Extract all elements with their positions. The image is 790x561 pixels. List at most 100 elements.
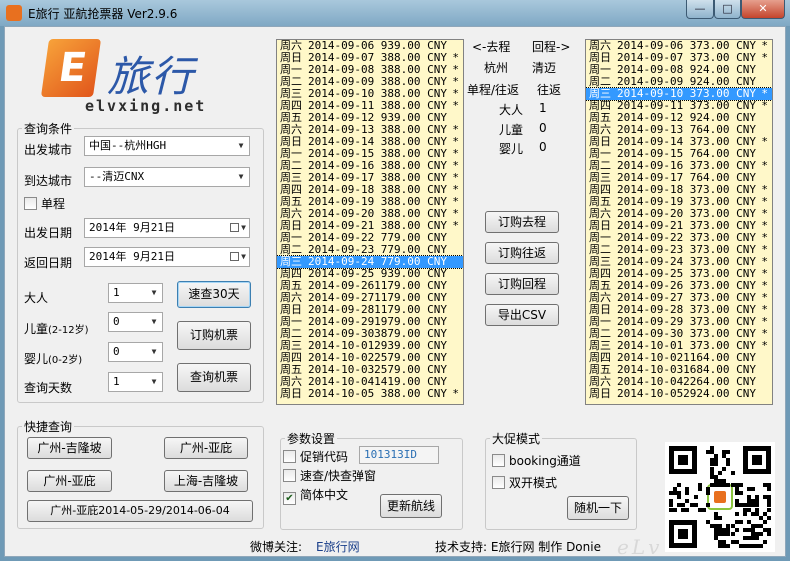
watermark-logo: eLv xyxy=(617,535,663,559)
query-days-label: 查询天数 xyxy=(24,381,73,395)
checkbox-box[interactable] xyxy=(24,197,37,210)
fare-price: 388.00 CNY xyxy=(380,387,447,400)
app-icon xyxy=(6,5,22,21)
chevron-down-icon[interactable]: ▼ xyxy=(233,168,249,186)
fare-price: 2924.00 CNY xyxy=(683,387,756,400)
book-ticket-button[interactable]: 订购机票 xyxy=(177,321,251,350)
fast-popup-label: 速查/快查弹窗 xyxy=(300,469,377,483)
promo-code-checkbox[interactable]: 促销代码 xyxy=(283,448,348,464)
adult-value: 1 xyxy=(113,286,120,299)
low-fare-marker: * xyxy=(761,339,768,352)
return-fare-list[interactable]: 周六 2014-09-06 373.00 CNY * 周日 2014-09-07 373.0… xyxy=(585,39,773,405)
window-title: E旅行 亚航抢票器 Ver2.9.6 xyxy=(28,7,178,21)
quick-gz-bki-dates-button[interactable]: 广州-亚庇2014-05-29/2014-06-04 xyxy=(27,500,253,522)
weibo-link[interactable]: E旅行网 xyxy=(316,538,360,555)
low-fare-marker: * xyxy=(761,135,768,148)
maximize-button[interactable]: □ xyxy=(714,0,741,19)
simplified-chinese-checkbox[interactable]: ✔ 简体中文 xyxy=(283,486,348,505)
update-routes-button[interactable]: 更新航线 xyxy=(380,494,442,518)
fare-date: 2014-10-05 xyxy=(308,387,375,400)
chevron-down-icon[interactable]: ▼ xyxy=(146,284,162,302)
qr-code-icon xyxy=(665,442,775,552)
random-button[interactable]: 随机一下 xyxy=(567,496,629,520)
fast-popup-checkbox[interactable]: 速查/快查弹窗 xyxy=(283,467,376,483)
params-group-label: 参数设置 xyxy=(285,430,338,447)
dual-mode-checkbox[interactable]: 双开模式 xyxy=(492,474,557,490)
infant-value: 0 xyxy=(113,345,120,358)
query-days-select[interactable]: 1 ▼ xyxy=(108,372,163,392)
from-city-display: 杭州 xyxy=(484,61,509,75)
quick-query-group-label: 快捷查询 xyxy=(22,418,75,435)
to-city-value: --清迈CNX xyxy=(89,170,145,183)
promo-code-label: 促销代码 xyxy=(300,450,349,464)
quick-gz-bki-button-1[interactable]: 广州-亚庇 xyxy=(164,437,248,459)
chevron-down-icon[interactable]: ▼ xyxy=(233,137,249,155)
quick-sh-kl-button[interactable]: 上海-吉隆坡 xyxy=(164,470,248,492)
infant-label-text: 婴儿 xyxy=(24,352,49,366)
from-city-label: 出发城市 xyxy=(24,143,73,157)
low-fare-marker: * xyxy=(452,219,459,232)
chevron-down-icon[interactable]: ▼ xyxy=(146,373,162,391)
low-fare-marker: * xyxy=(761,51,768,64)
return-date-picker[interactable]: 2014年 9月21日 ▼ xyxy=(84,247,250,267)
adult-select[interactable]: 1 ▼ xyxy=(108,283,163,303)
query-group-label: 查询条件 xyxy=(22,120,75,137)
book-return-button[interactable]: 订购回程 xyxy=(485,273,559,295)
quick-gz-bki-button-2[interactable]: 广州-亚庇 xyxy=(27,470,112,492)
logo-url: elvxing.net xyxy=(85,97,207,115)
adult-display-label: 大人 xyxy=(499,103,524,117)
oneway-checkbox[interactable]: 单程 xyxy=(24,195,65,211)
infant-label: 婴儿(0-2岁) xyxy=(24,350,82,367)
child-label-text: 儿童 xyxy=(24,322,49,336)
infant-age-range: (0-2岁) xyxy=(48,355,83,366)
calendar-icon[interactable]: ▼ xyxy=(227,219,249,237)
quick-gz-kl-button[interactable]: 广州-吉隆坡 xyxy=(27,437,112,459)
fare-date: 2014-10-05 xyxy=(617,387,684,400)
book-roundtrip-button[interactable]: 订购往返 xyxy=(485,242,559,264)
minimize-button[interactable]: — xyxy=(686,0,714,19)
to-city-display: 清迈 xyxy=(532,61,557,75)
calendar-icon[interactable]: ▼ xyxy=(227,248,249,266)
search-ticket-button[interactable]: 查询机票 xyxy=(177,363,251,392)
dual-mode-label: 双开模式 xyxy=(509,476,558,490)
return-date-label: 返回日期 xyxy=(24,256,73,270)
checkbox-box[interactable] xyxy=(283,469,296,482)
close-button[interactable]: ✕ xyxy=(741,0,785,19)
main-window: E 旅行 elvxing.net 查询条件 出发城市 中国--杭州HGH ▼ 到… xyxy=(4,26,786,559)
child-age-range: (2-12岁) xyxy=(48,325,89,336)
from-city-select[interactable]: 中国--杭州HGH ▼ xyxy=(84,136,250,156)
adult-label: 大人 xyxy=(24,291,49,305)
tech-support-text: 技术支持: E旅行网 制作 Donie xyxy=(435,540,601,554)
outbound-fare-list[interactable]: 周六 2014-09-06 939.00 CNY 周日 2014-09-07 388.00… xyxy=(276,39,464,405)
fare-row[interactable]: 周日 2014-10-05 2924.00 CNY xyxy=(586,388,772,400)
title-bar[interactable]: E旅行 亚航抢票器 Ver2.9.6 — □ ✕ xyxy=(0,0,790,26)
export-csv-button[interactable]: 导出CSV xyxy=(485,304,559,326)
adult-display-value: 1 xyxy=(539,101,547,115)
promo-code-input[interactable]: 101313ID xyxy=(359,446,439,464)
from-city-value: 中国--杭州HGH xyxy=(89,139,167,152)
booking-channel-checkbox[interactable]: booking通道 xyxy=(492,452,581,468)
depart-date-picker[interactable]: 2014年 9月21日 ▼ xyxy=(84,218,250,238)
weibo-label: 微博关注: xyxy=(250,540,303,554)
fare-row[interactable]: 周日 2014-10-05 388.00 CNY * xyxy=(277,388,463,400)
checkmark-icon[interactable]: ✔ xyxy=(283,492,296,505)
chevron-down-icon[interactable]: ▼ xyxy=(146,343,162,361)
to-city-label: 到达城市 xyxy=(24,174,73,188)
fast-30-days-button[interactable]: 速查30天 xyxy=(177,281,251,308)
return-header: 回程-> xyxy=(532,40,571,54)
infant-select[interactable]: 0 ▼ xyxy=(108,342,163,362)
child-select[interactable]: 0 ▼ xyxy=(108,312,163,332)
infant-display-label: 婴儿 xyxy=(499,142,524,156)
checkbox-box[interactable] xyxy=(492,476,505,489)
chevron-down-icon[interactable]: ▼ xyxy=(146,313,162,331)
low-fare-marker: * xyxy=(761,159,768,172)
book-outbound-button[interactable]: 订购去程 xyxy=(485,211,559,233)
trip-type-value: 往返 xyxy=(537,83,562,97)
checkbox-box[interactable] xyxy=(283,450,296,463)
logo-mark: E xyxy=(40,39,102,97)
checkbox-box[interactable] xyxy=(492,454,505,467)
infant-display-value: 0 xyxy=(539,140,547,154)
to-city-select[interactable]: --清迈CNX ▼ xyxy=(84,167,250,187)
booking-channel-label: booking通道 xyxy=(509,454,581,468)
low-fare-marker: * xyxy=(452,387,459,400)
